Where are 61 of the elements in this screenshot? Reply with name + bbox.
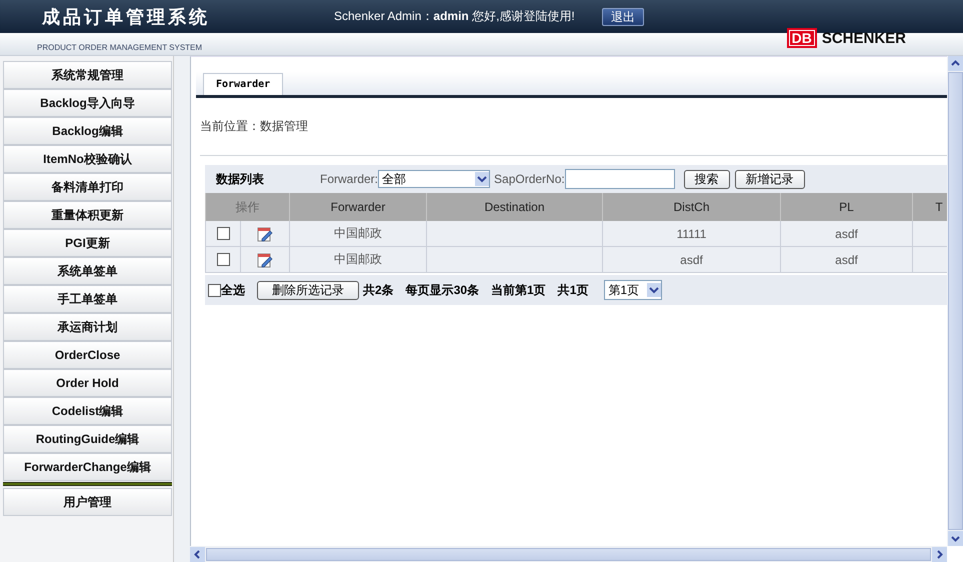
- current-page-text: 当前第1页: [491, 282, 546, 298]
- greeting-text: Schenker Admin：admin 您好,感谢登陆使用!: [334, 8, 576, 25]
- edit-icon[interactable]: [257, 226, 273, 242]
- tab[interactable]: Forwarder: [203, 73, 284, 95]
- table-cell: asdf: [602, 247, 780, 273]
- row-checkbox[interactable]: [216, 227, 230, 240]
- scroll-right-icon[interactable]: [932, 546, 947, 562]
- app-title: 成品订单管理系统: [42, 6, 211, 28]
- table-cell: asdf: [780, 221, 912, 247]
- sidebar-item[interactable]: 承运商计划: [3, 313, 172, 341]
- sidebar-item[interactable]: 重量体积更新: [3, 201, 172, 229]
- forwarder-label: Forwarder:: [320, 172, 378, 186]
- row-checkbox[interactable]: [216, 253, 230, 266]
- page-dropdown[interactable]: 第1页: [604, 280, 662, 300]
- column-header: Forwarder: [289, 193, 426, 221]
- sidebar-item[interactable]: OrderClose: [3, 341, 172, 369]
- total-count: 共2条: [363, 282, 394, 298]
- column-header: 操作: [205, 193, 289, 221]
- scroll-down-icon[interactable]: [948, 531, 962, 546]
- sidebar-item[interactable]: Backlog编辑: [3, 117, 172, 145]
- sidebar-item[interactable]: 系统常规管理: [3, 61, 172, 89]
- page-count: 共1页: [558, 282, 588, 298]
- scroll-up-icon[interactable]: [948, 56, 962, 71]
- logo-mark: DB: [786, 28, 817, 48]
- sidebar-item[interactable]: RoutingGuide编辑: [3, 425, 172, 453]
- column-header: DistCh: [602, 193, 780, 221]
- logout-button[interactable]: 退出: [602, 8, 644, 26]
- sidebar-item[interactable]: 手工单签单: [3, 285, 172, 313]
- scroll-left-icon[interactable]: [190, 546, 205, 562]
- sidebar-item[interactable]: PGI更新: [3, 229, 172, 257]
- sidebar-item[interactable]: Order Hold: [3, 369, 172, 397]
- table-cell: 中国邮政: [289, 247, 426, 273]
- edit-icon[interactable]: [257, 252, 273, 268]
- select-all-label: 全选: [221, 282, 245, 298]
- sidebar-item[interactable]: Codelist编辑: [3, 397, 172, 425]
- logo-text: SCHENKER: [822, 30, 906, 46]
- vertical-scrollbar[interactable]: [947, 56, 963, 546]
- search-button[interactable]: 搜索: [684, 170, 730, 188]
- select-all-checkbox[interactable]: [208, 284, 221, 296]
- column-header: T: [912, 193, 947, 221]
- column-header: PL: [780, 193, 912, 221]
- horizontal-scrollbar[interactable]: [190, 546, 947, 562]
- delete-selected-button[interactable]: 删除所选记录: [257, 280, 359, 300]
- sidebar-item[interactable]: ForwarderChange编辑: [3, 453, 172, 481]
- add-record-button[interactable]: 新增记录: [734, 170, 805, 188]
- sap-order-field[interactable]: [564, 169, 675, 189]
- sidebar-item[interactable]: ItemNo校验确认: [3, 145, 172, 173]
- sidebar-item[interactable]: 备料清单打印: [3, 173, 172, 201]
- sidebar-item[interactable]: 用户管理: [3, 488, 172, 516]
- forwarder-dropdown[interactable]: 全部: [378, 170, 490, 188]
- list-title: 数据列表: [216, 170, 264, 188]
- page-size-text: 每页显示30条: [406, 282, 480, 298]
- sidebar-item[interactable]: Backlog导入向导: [3, 89, 172, 117]
- sap-order-label: SapOrderNo:: [494, 172, 565, 186]
- column-header: Destination: [426, 193, 602, 221]
- table-cell: 11111: [602, 221, 780, 247]
- table-cell: 中国邮政: [289, 221, 426, 247]
- table-cell: asdf: [780, 247, 912, 273]
- breadcrumb: 当前位置：数据管理: [200, 118, 309, 135]
- sidebar-item[interactable]: 系统单签单: [3, 257, 172, 285]
- app-subtitle: PRODUCT ORDER MANAGEMENT SYSTEM: [37, 42, 202, 52]
